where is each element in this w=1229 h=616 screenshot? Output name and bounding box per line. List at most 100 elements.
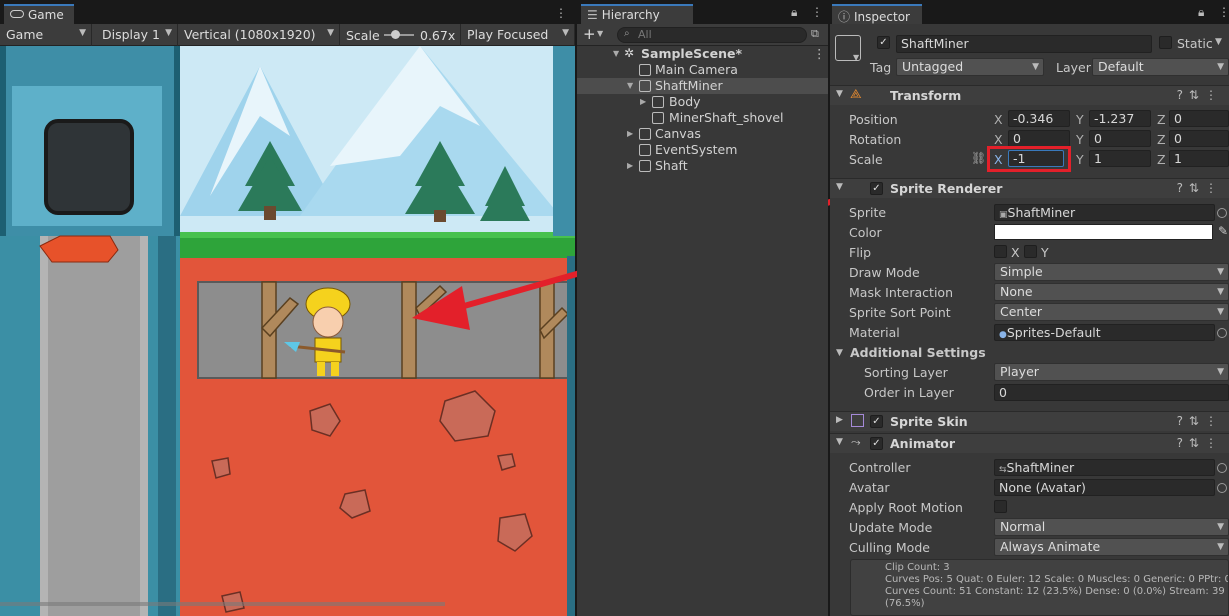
scale-x-field[interactable]: -1 [1008, 150, 1064, 167]
scale-y-field[interactable]: 1 [1089, 150, 1151, 167]
link-icon[interactable]: ⛓ [971, 151, 986, 165]
tag-dropdown[interactable]: Untagged ▼ [896, 58, 1044, 76]
sprite-renderer-enabled-checkbox[interactable]: ✓ [870, 182, 883, 195]
sprite-field[interactable]: ▣ShaftMiner [994, 204, 1215, 221]
inspector-menu-icon[interactable]: ⋮ [1218, 5, 1229, 19]
object-picker-icon[interactable] [1217, 208, 1227, 218]
chevron-down-icon[interactable]: ▼ [836, 437, 843, 447]
additional-settings-label[interactable]: Additional Settings [850, 345, 986, 360]
hierarchy-item-eventsystem[interactable]: EventSystem [577, 142, 828, 158]
info-icon: ⓘ [838, 10, 851, 24]
gameobject-icon [639, 64, 651, 76]
chevron-down-icon: ▼ [1217, 267, 1224, 277]
sprite-skin-enabled-checkbox[interactable]: ✓ [870, 415, 883, 428]
search-options-icon[interactable]: ⧉ [811, 27, 819, 41]
info-clip-count: Clip Count: 3 [885, 562, 950, 573]
hierarchy-tab[interactable]: ☰ Hierarchy [581, 4, 693, 24]
material-label: Material [849, 325, 900, 340]
inspector-tab[interactable]: ⓘ Inspector [832, 4, 922, 24]
add-icon[interactable]: + [583, 25, 596, 43]
order-in-layer-label: Order in Layer [864, 385, 954, 400]
sprite-label: Sprite [849, 205, 887, 220]
info-curves-count: Curves Count: 51 Constant: 12 (23.5%) De… [885, 586, 1225, 597]
component-actions-icons[interactable]: ?⇅⋮ [1177, 436, 1223, 450]
sort-point-dropdown[interactable]: Center ▼ [994, 303, 1229, 321]
order-in-layer-field[interactable]: 0 [994, 384, 1229, 401]
controller-field[interactable]: ⇆ShaftMiner [994, 459, 1215, 476]
sorting-layer-label: Sorting Layer [864, 365, 948, 380]
draw-mode-dropdown[interactable]: Simple ▼ [994, 263, 1229, 281]
hierarchy-item-main-camera[interactable]: Main Camera [577, 62, 828, 78]
active-checkbox[interactable]: ✓ [877, 36, 890, 49]
hierarchy-item-minershaft-shovel[interactable]: MinerShaft_shovel [577, 110, 828, 126]
object-picker-icon[interactable] [1217, 328, 1227, 338]
chevron-right-icon[interactable]: ▶ [640, 97, 646, 106]
chevron-right-icon[interactable]: ▶ [627, 129, 633, 138]
scene-menu-icon[interactable]: ⋮ [813, 46, 826, 61]
hierarchy-item-samplescene[interactable]: ▼ ✲ SampleScene* ⋮ [577, 46, 828, 62]
object-picker-icon[interactable] [1217, 483, 1227, 493]
gameobject-icon [652, 112, 664, 124]
color-swatch[interactable] [994, 224, 1213, 240]
apply-root-motion-checkbox[interactable] [994, 500, 1007, 513]
rotation-z-field[interactable]: 0 [1169, 130, 1229, 147]
hierarchy-menu-icon[interactable]: ⋮ [811, 5, 823, 19]
chevron-down-icon[interactable]: ▼ [627, 81, 633, 90]
rotation-label: Rotation [849, 132, 902, 147]
animator-enabled-checkbox[interactable]: ✓ [870, 437, 883, 450]
rotation-x-field[interactable]: 0 [1008, 130, 1070, 147]
chevron-down-icon[interactable]: ▼ [836, 182, 843, 192]
hierarchy-item-shaftminer[interactable]: ▼ ShaftMiner [577, 78, 828, 94]
lock-icon[interactable]: 🔒︎ [1198, 5, 1204, 20]
update-mode-dropdown[interactable]: Normal ▼ [994, 518, 1229, 536]
layer-dropdown[interactable]: Default ▼ [1092, 58, 1229, 76]
hierarchy-item-shaft[interactable]: ▶ Shaft [577, 158, 828, 174]
sprite-renderer-header[interactable]: ▼ ✓ Sprite Renderer ?⇅⋮ [830, 178, 1229, 198]
gameobject-icon [652, 96, 664, 108]
animator-header[interactable]: ▼ ⤳ ✓ Animator ?⇅⋮ [830, 433, 1229, 453]
chevron-down-icon[interactable]: ▼ [836, 348, 843, 358]
chevron-right-icon[interactable]: ▶ [627, 161, 633, 170]
chevron-down-icon: ▼ [1032, 62, 1039, 72]
scale-z-field[interactable]: 1 [1169, 150, 1229, 167]
chevron-right-icon[interactable]: ▶ [836, 415, 843, 425]
material-icon: ● [999, 330, 1007, 340]
transform-header[interactable]: ▼ ⟁ Transform ?⇅⋮ [830, 85, 1229, 105]
hierarchy-search-input[interactable]: ⌕ All [617, 27, 807, 43]
material-field[interactable]: ●Sprites-Default [994, 324, 1215, 341]
flip-x-checkbox[interactable] [994, 245, 1007, 258]
sprite-skin-header[interactable]: ▶ ✓ Sprite Skin ?⇅⋮ [830, 411, 1229, 431]
avatar-field[interactable]: None (Avatar) [994, 479, 1215, 496]
position-x-field[interactable]: -0.346 [1008, 110, 1070, 127]
chevron-down-icon[interactable]: ▼ [1215, 37, 1222, 47]
chevron-down-icon: ▼ [1217, 307, 1224, 317]
chevron-down-icon[interactable]: ▼ [836, 89, 843, 99]
culling-mode-dropdown[interactable]: Always Animate ▼ [994, 538, 1229, 556]
color-label: Color [849, 225, 882, 240]
animator-icon: ⤳ [851, 435, 861, 449]
chevron-down-icon[interactable]: ▼ [613, 49, 619, 58]
sorting-layer-dropdown[interactable]: Player ▼ [994, 363, 1229, 381]
object-picker-icon[interactable] [1217, 463, 1227, 473]
object-name-field[interactable]: ShaftMiner [896, 35, 1152, 53]
culling-mode-label: Culling Mode [849, 540, 930, 555]
list-icon: ☰ [587, 8, 598, 22]
mask-interaction-dropdown[interactable]: None ▼ [994, 283, 1229, 301]
gameobject-icon [639, 80, 651, 92]
hierarchy-item-body[interactable]: ▶ Body [577, 94, 828, 110]
position-z-field[interactable]: 0 [1169, 110, 1229, 127]
flip-y-checkbox[interactable] [1024, 245, 1037, 258]
component-actions-icons[interactable]: ?⇅⋮ [1177, 181, 1223, 195]
component-actions-icons[interactable]: ?⇅⋮ [1177, 414, 1223, 428]
component-actions-icons[interactable]: ?⇅⋮ [1177, 88, 1223, 102]
static-checkbox[interactable] [1159, 36, 1172, 49]
chevron-down-icon[interactable]: ▼ [853, 53, 859, 62]
hierarchy-item-canvas[interactable]: ▶ Canvas [577, 126, 828, 142]
position-y-field[interactable]: -1.237 [1089, 110, 1151, 127]
lock-icon[interactable]: 🔒︎ [791, 5, 797, 20]
chevron-down-icon[interactable]: ▼ [597, 29, 603, 38]
rotation-y-field[interactable]: 0 [1089, 130, 1151, 147]
eyedropper-icon[interactable]: ✎ [1218, 224, 1228, 238]
inspector-tabbar: ⓘ Inspector 🔒︎ ⋮ [830, 0, 1229, 24]
scale-label: Scale [849, 152, 883, 167]
